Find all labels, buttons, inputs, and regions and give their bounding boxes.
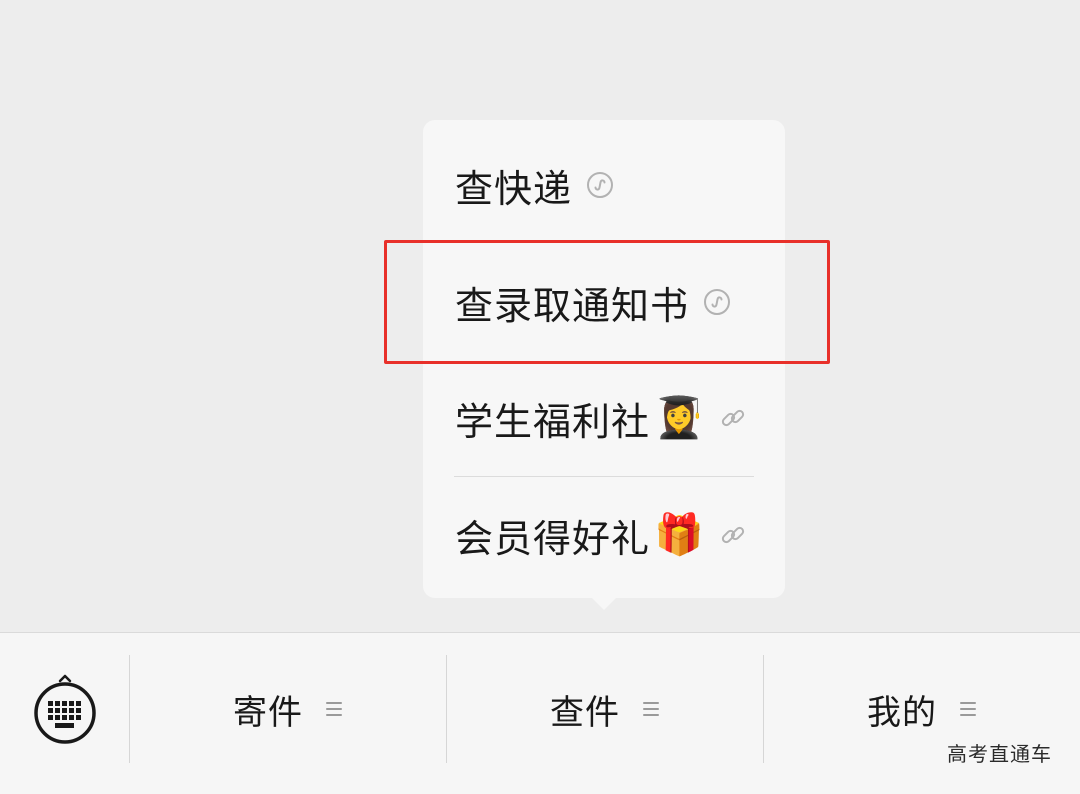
tab-label: 我的 bbox=[867, 692, 937, 733]
keyboard-icon bbox=[34, 674, 96, 744]
menu-item-student-welfare[interactable]: 学生福利社 👩‍🎓 bbox=[455, 388, 747, 448]
menu-lines-icon bbox=[959, 700, 977, 718]
watermark: 高考直通车 bbox=[947, 742, 1052, 766]
menu-lines-icon bbox=[325, 700, 343, 718]
mini-program-icon bbox=[703, 288, 731, 316]
tab-mine[interactable]: 我的 bbox=[764, 673, 1080, 745]
tab-send-package[interactable]: 寄件 bbox=[130, 673, 446, 745]
tab-label: 查件 bbox=[550, 692, 620, 733]
keyboard-toggle-button[interactable] bbox=[31, 673, 99, 753]
link-icon bbox=[719, 404, 747, 432]
bottom-menu-bar: 寄件 查件 我的 高考直通车 bbox=[0, 632, 1080, 794]
menu-item-label: 会员得好礼 bbox=[455, 516, 651, 561]
menu-lines-icon bbox=[642, 700, 660, 718]
popup-arrow bbox=[590, 596, 618, 610]
menu-item-label: 查快递 bbox=[455, 166, 573, 211]
tab-track-package[interactable]: 查件 bbox=[447, 673, 763, 745]
link-icon bbox=[719, 521, 747, 549]
menu-item-label: 查录取通知书 bbox=[455, 283, 690, 328]
menu-item-member-gift[interactable]: 会员得好礼 🎁 bbox=[455, 505, 747, 565]
menu-item-check-admission-letter[interactable]: 查录取通知书 bbox=[455, 272, 731, 332]
gift-emoji-icon: 🎁 bbox=[654, 512, 705, 558]
popup-menu: 查快递 查录取通知书 学生福利社 👩‍🎓 会员得好礼 bbox=[423, 120, 785, 598]
menu-item-label: 学生福利社 bbox=[455, 399, 651, 444]
menu-divider bbox=[454, 476, 754, 477]
tab-label: 寄件 bbox=[233, 692, 303, 733]
student-emoji-icon: 👩‍🎓 bbox=[654, 395, 705, 441]
mini-program-icon bbox=[586, 171, 614, 199]
menu-item-check-express[interactable]: 查快递 bbox=[455, 155, 614, 215]
